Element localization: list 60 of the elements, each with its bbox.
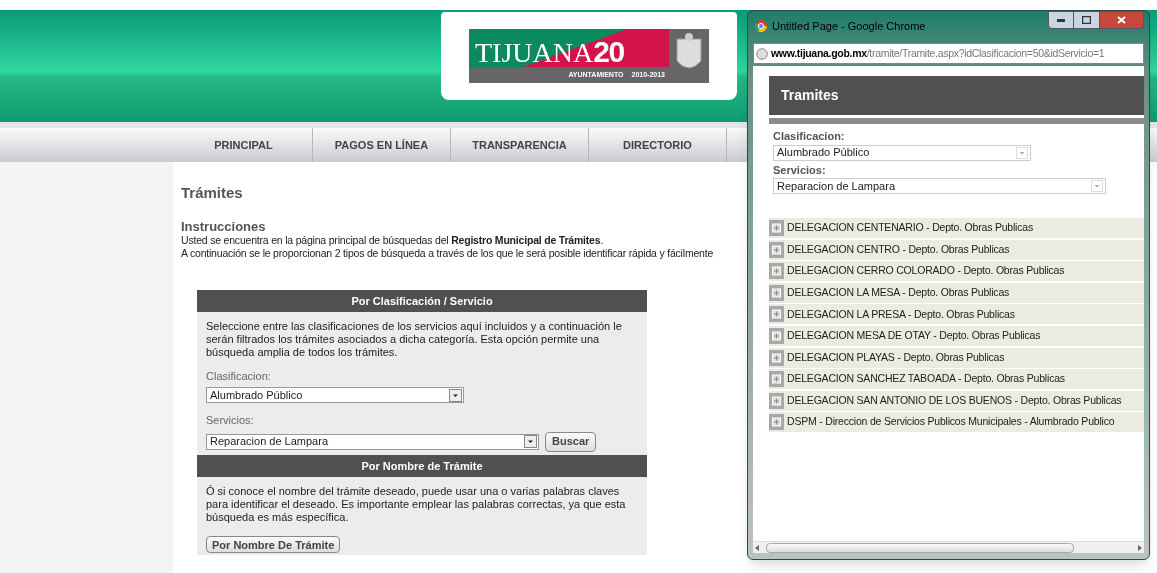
scroll-left-icon	[755, 544, 759, 551]
search-button[interactable]: Buscar	[545, 431, 597, 452]
popup-header: Tramites	[769, 76, 1144, 115]
scrollbar-thumb[interactable]	[766, 542, 1074, 553]
result-row[interactable]: DELEGACION LA MESA - Depto. Obras Publicas	[769, 282, 1144, 303]
result-row[interactable]: DELEGACION CENTENARIO - Depto. Obras Publicas	[769, 218, 1144, 238]
close-icon	[1117, 16, 1126, 24]
browser-logo-icon	[755, 20, 767, 32]
maximize-icon	[1082, 16, 1091, 24]
logo-number: 20	[593, 37, 624, 67]
scroll-right-icon	[1138, 544, 1142, 551]
field-label: Servicios:	[773, 162, 827, 178]
globe-icon	[756, 47, 768, 60]
expand-icon[interactable]	[769, 284, 784, 301]
horizontal-scrollbar[interactable]	[753, 541, 1144, 553]
panel-header: Por Nombre de Trámite	[197, 454, 647, 477]
instructions-text: A continuación se le proporcionan 2 tipos de búsqueda a través de los que le será posible identificar rápida y fácilmente	[181, 246, 714, 260]
window-title: Untitled Page - Google Chrome	[772, 20, 926, 32]
expand-icon[interactable]	[769, 392, 784, 409]
address-bar[interactable]: www.tijuana.gob.mx/tramite/Tramite.aspx?idClasificacion=50&idServicio=1	[753, 43, 1144, 64]
instructions-text: Usted se encuentra en la página principal de búsquedas del Registro Municipal de Trámites.	[181, 233, 604, 247]
dropdown[interactable]: Reparacion de Lampara	[206, 433, 539, 450]
search-by-name-button[interactable]: Por Nombre De Trámite	[206, 535, 341, 553]
dropdown[interactable]: Reparacion de Lampara	[773, 178, 1106, 194]
expand-icon[interactable]	[769, 306, 784, 323]
nav-link[interactable]: PRINCIPAL	[175, 128, 313, 162]
nav-link[interactable]: DIRECTORIO	[589, 128, 727, 162]
dropdown[interactable]: Alumbrado Público	[206, 387, 464, 403]
field-label: Clasificacion:	[773, 129, 846, 144]
panel-header: Por Clasificación / Servicio	[197, 289, 647, 312]
expand-icon[interactable]	[769, 349, 784, 366]
instructions-heading: Instrucciones	[181, 218, 266, 234]
result-row[interactable]: DELEGACION CERRO COLORADO - Depto. Obras Publicas	[769, 261, 1144, 282]
dropdown[interactable]: Alumbrado Público	[773, 144, 1031, 161]
minimize-icon	[1057, 18, 1065, 22]
maximize-button[interactable]	[1074, 11, 1100, 29]
result-row[interactable]: DELEGACION MESA DE OTAY - Depto. Obras Publicas	[769, 325, 1144, 346]
url-host: www.tijuana.gob.mx	[771, 46, 867, 59]
field-label: Clasificacion:	[206, 368, 272, 384]
panel-description: Ó si conoce el nombre del trámite deseado, puede usar una o varias palabras claves para identificar el deseado. Es importante emplear las palabras correctas, ya que esta búsqueda es más específica.	[206, 484, 627, 524]
expand-icon[interactable]	[769, 241, 784, 258]
field-label: Servicios:	[206, 413, 255, 428]
close-button[interactable]	[1100, 11, 1144, 29]
result-row[interactable]: DSPM - Direccion de Servicios Publicos Municipales - Alumbrado Publico	[769, 412, 1144, 433]
nav-link[interactable]: PAGOS EN LÍNEA	[313, 128, 451, 162]
minimize-button[interactable]	[1048, 11, 1074, 29]
result-row[interactable]: DELEGACION CENTRO - Depto. Obras Publicas	[769, 239, 1144, 260]
expand-icon[interactable]	[769, 414, 784, 431]
result-row[interactable]: DELEGACION SANCHEZ TABOADA - Depto. Obras Publicas	[769, 369, 1144, 390]
expand-icon[interactable]	[769, 371, 784, 388]
nav-link[interactable]: TRANSPARENCIA	[451, 128, 589, 162]
page-title: Trámites	[181, 183, 243, 203]
panel-description: Seleccione entre las clasificaciones de los servicios aquí incluidos y a continuación le serán filtrados los trámites asociados a dicha categoría. Esta opción permite una búsqueda amplia de todos los trámites.	[206, 319, 623, 359]
result-row[interactable]: DELEGACION SAN ANTONIO DE LOS BUENOS - Depto. Obras Publicas	[769, 390, 1144, 411]
result-row[interactable]: DELEGACION LA PRESA - Depto. Obras Publicas	[769, 304, 1144, 325]
expand-icon[interactable]	[769, 263, 784, 280]
expand-icon[interactable]	[769, 327, 784, 344]
expand-icon[interactable]	[769, 220, 784, 236]
url-path: /tramite/Tramite.aspx?idClasificacion=50&idServicio=1	[866, 46, 1105, 59]
result-row[interactable]: DELEGACION PLAYAS - Depto. Obras Publicas	[769, 347, 1144, 368]
